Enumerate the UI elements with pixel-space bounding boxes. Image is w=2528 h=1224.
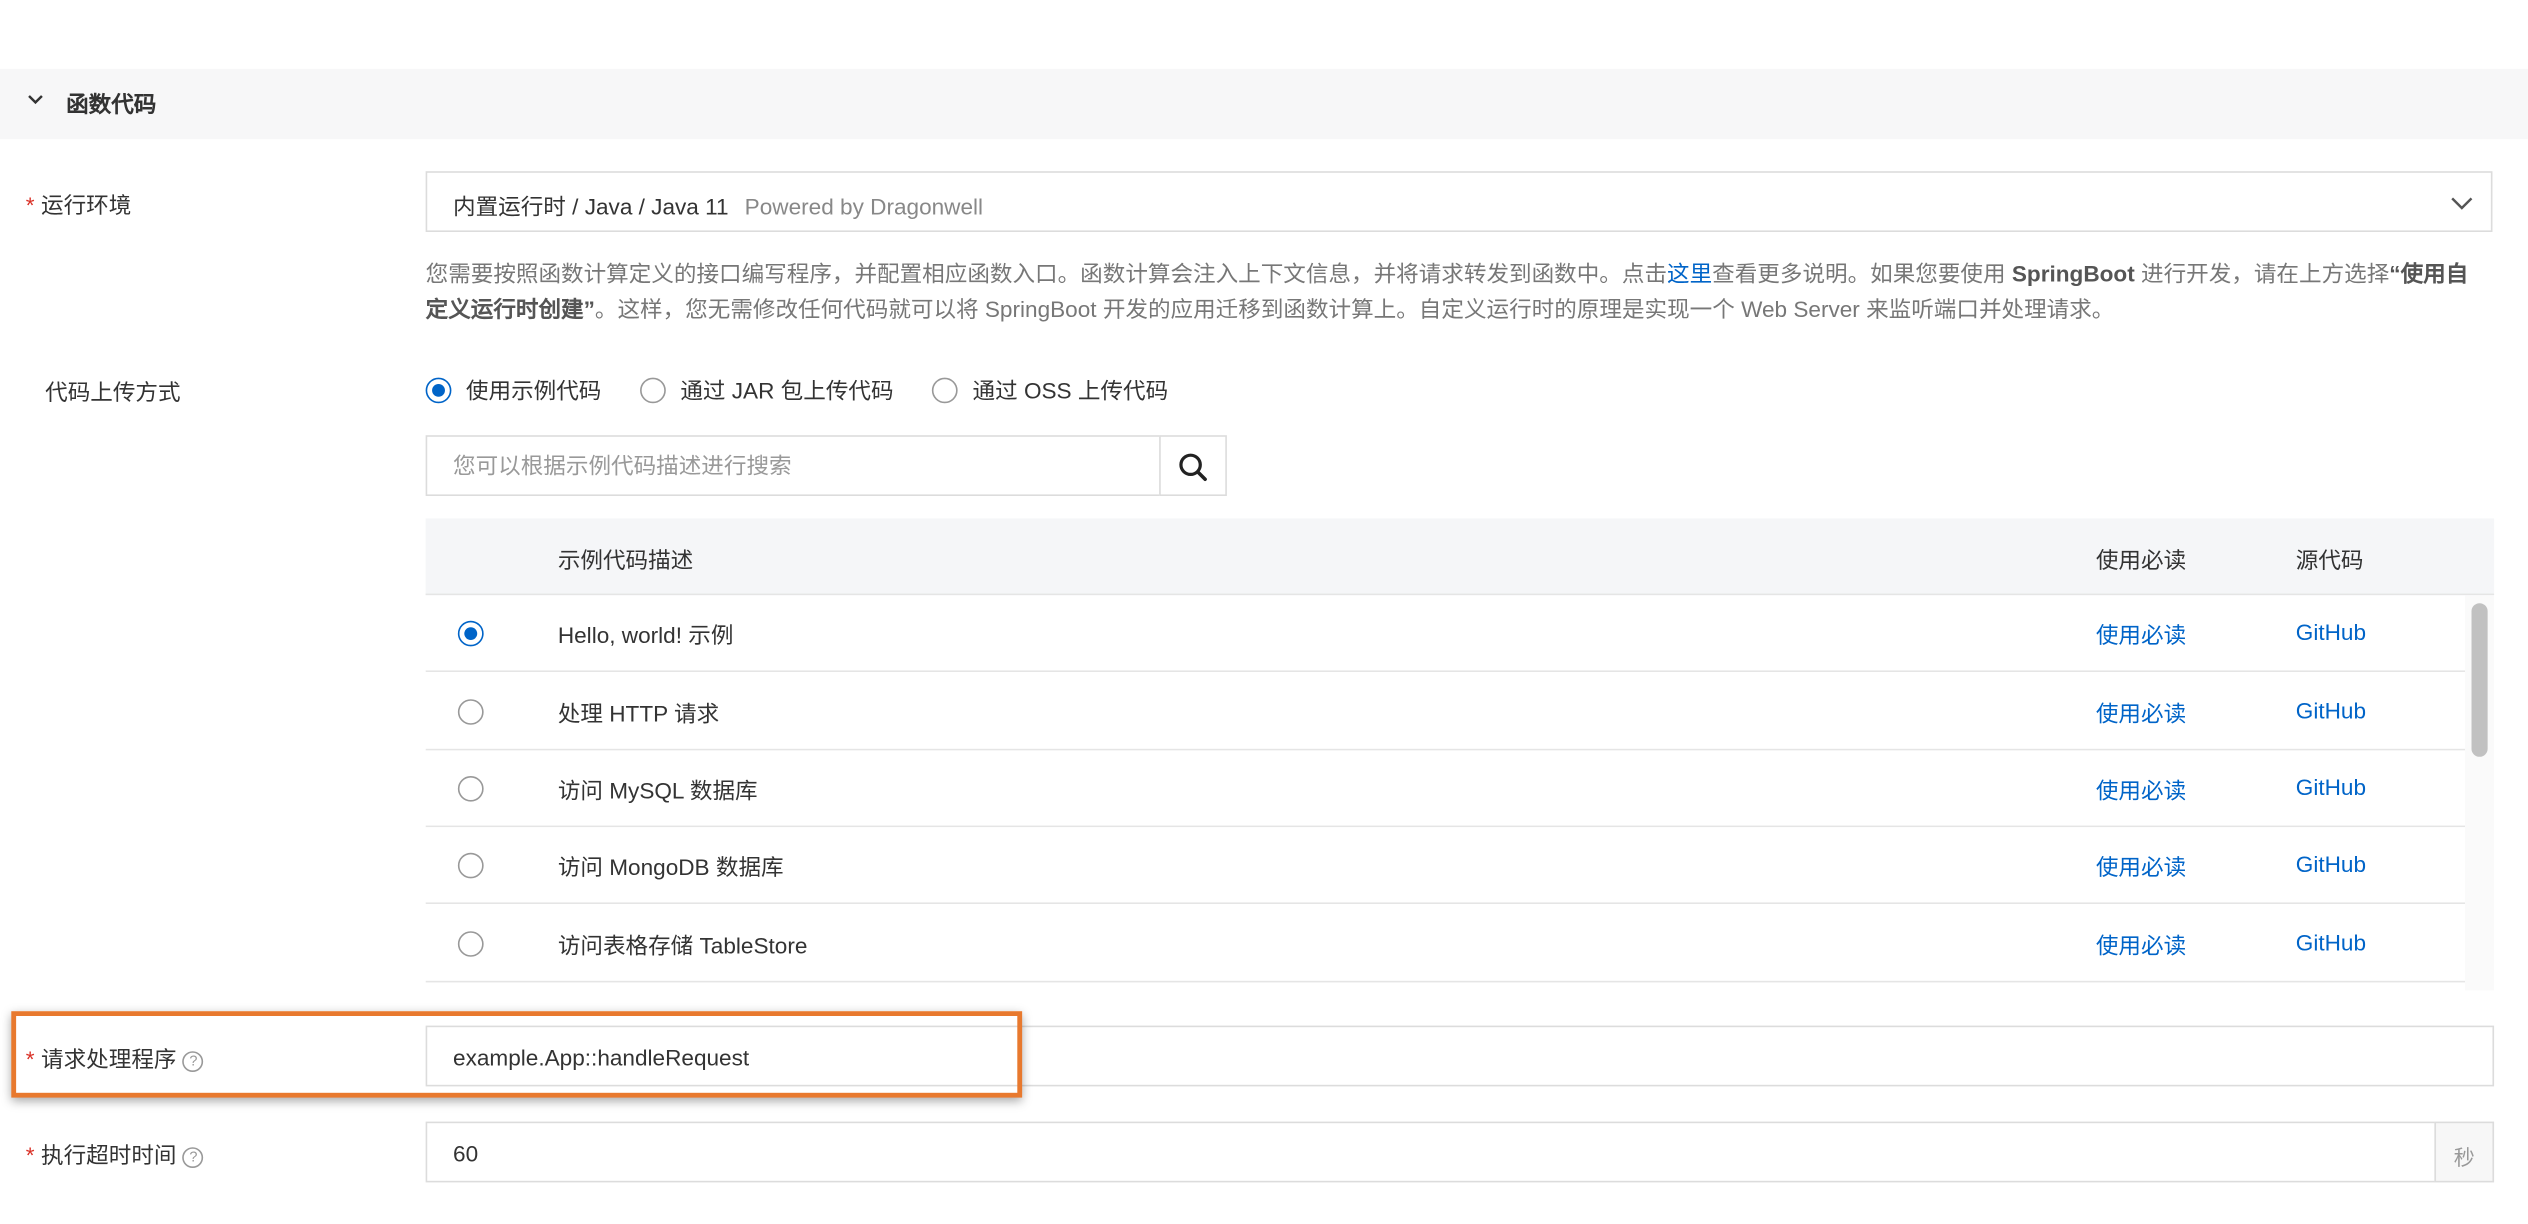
highlight-box	[11, 1011, 1023, 1098]
timeout-value: 60	[453, 1140, 479, 1167]
row-radio[interactable]	[457, 931, 484, 957]
section-header[interactable]	[0, 68, 2528, 140]
description-text: 您需要按照函数计算定义的接口编写程序，并配置相应函数入口。函数计算会注入上下文信…	[425, 260, 1668, 287]
row-radio[interactable]	[457, 620, 484, 647]
row-description: 访问表格存储 TableStore	[557, 932, 808, 959]
table-row[interactable]: 访问表格存储 TableStore 使用必读 GitHub	[425, 905, 2466, 983]
header-readme: 使用必读	[2095, 547, 2187, 573]
runtime-select-value: 内置运行时 / Java / Java 11 Powered by Dragonw…	[453, 190, 983, 222]
chevron-down-icon[interactable]	[26, 90, 45, 109]
row-radio[interactable]	[457, 776, 484, 802]
table-row[interactable]: 处理 HTTP 请求 使用必读 GitHub	[425, 673, 2466, 751]
description-bold: SpringBoot	[2011, 260, 2135, 287]
runtime-select[interactable]: 内置运行时 / Java / Java 11 Powered by Dragonw…	[425, 171, 2493, 232]
upload-option-oss[interactable]: 通过 OSS 上传代码	[932, 374, 1168, 406]
description-text: 进行开发，请在上方选择	[2134, 260, 2390, 287]
table-row[interactable]: Hello, world! 示例 使用必读 GitHub	[425, 595, 2466, 672]
upload-option-sample[interactable]: 使用示例代码	[425, 374, 602, 406]
more-info-link[interactable]: 这里	[1667, 261, 1712, 287]
runtime-description: 您需要按照函数计算定义的接口编写程序，并配置相应函数入口。函数计算会注入上下文信…	[426, 256, 2490, 326]
row-description: 处理 HTTP 请求	[557, 700, 720, 727]
radio-button[interactable]	[640, 377, 666, 404]
readme-link[interactable]: 使用必读	[2096, 774, 2186, 806]
runtime-label: * 运行环境	[26, 189, 132, 221]
table-row[interactable]: 访问 MongoDB 数据库 使用必读 GitHub	[425, 827, 2466, 904]
timeout-input[interactable]: 60	[425, 1121, 2437, 1183]
timeout-unit: 秒	[2434, 1121, 2495, 1183]
search-icon	[1179, 453, 1207, 481]
readme-link[interactable]: 使用必读	[2096, 851, 2186, 883]
row-description: 访问 MongoDB 数据库	[557, 854, 784, 880]
upload-method-label: 代码上传方式	[45, 379, 181, 405]
required-mark: *	[25, 192, 35, 218]
sample-search-input[interactable]	[427, 436, 1160, 495]
readme-link[interactable]: 使用必读	[2096, 930, 2186, 962]
section-title: 函数代码	[66, 91, 157, 117]
upload-method-radio-group: 使用示例代码 通过 JAR 包上传代码 通过 OSS 上传代码	[425, 374, 1207, 406]
search-button[interactable]	[1159, 435, 1227, 496]
description-text: 查看更多说明。如果您要使用	[1712, 260, 2012, 287]
row-description: Hello, world! 示例	[557, 622, 734, 648]
sample-table-header: 示例代码描述 使用必读 源代码	[425, 518, 2495, 596]
readme-link[interactable]: 使用必读	[2096, 698, 2186, 730]
github-link[interactable]: GitHub	[2296, 619, 2366, 645]
runtime-value: 内置运行时 / Java / Java 11	[453, 193, 729, 220]
sample-table-body: Hello, world! 示例 使用必读 GitHub 处理 HTTP 请求 …	[425, 595, 2466, 990]
radio-button[interactable]	[932, 377, 959, 404]
row-radio[interactable]	[457, 852, 484, 879]
description-text: 。这样，您无需修改任何代码就可以将 SpringBoot 开发的应用迁移到函数计…	[594, 296, 2115, 322]
required-mark: *	[25, 1142, 35, 1168]
row-radio[interactable]	[457, 699, 484, 725]
sample-search-box	[425, 435, 1161, 496]
radio-button[interactable]	[425, 377, 452, 404]
timeout-unit-text: 秒	[2453, 1145, 2475, 1170]
github-link[interactable]: GitHub	[2296, 774, 2366, 800]
upload-option-label: 通过 OSS 上传代码	[972, 377, 1169, 404]
timeout-label-text: 执行超时时间	[41, 1142, 177, 1168]
timeout-label: * 执行超时时间?	[26, 1139, 204, 1171]
table-scrollbar-thumb[interactable]	[2471, 603, 2488, 757]
header-description: 示例代码描述	[557, 547, 694, 573]
github-link[interactable]: GitHub	[2296, 698, 2366, 724]
upload-option-label: 使用示例代码	[465, 377, 602, 404]
chevron-down-icon[interactable]	[2449, 190, 2475, 216]
github-link[interactable]: GitHub	[2296, 930, 2366, 956]
upload-option-jar[interactable]: 通过 JAR 包上传代码	[640, 374, 894, 406]
upload-option-label: 通过 JAR 包上传代码	[680, 377, 894, 404]
function-code-page: 函数代码 * 运行环境 内置运行时 / Java / Java 11 Powered…	[0, 0, 2528, 1224]
github-link[interactable]: GitHub	[2296, 851, 2366, 877]
header-source: 源代码	[2295, 547, 2364, 573]
runtime-powered-by: Powered by Dragonwell	[744, 193, 984, 220]
readme-link[interactable]: 使用必读	[2096, 619, 2186, 651]
row-description: 访问 MySQL 数据库	[557, 777, 758, 804]
help-icon[interactable]: ?	[182, 1147, 204, 1168]
runtime-label-text: 运行环境	[41, 192, 132, 218]
table-row[interactable]: 访问 MySQL 数据库 使用必读 GitHub	[425, 750, 2466, 828]
